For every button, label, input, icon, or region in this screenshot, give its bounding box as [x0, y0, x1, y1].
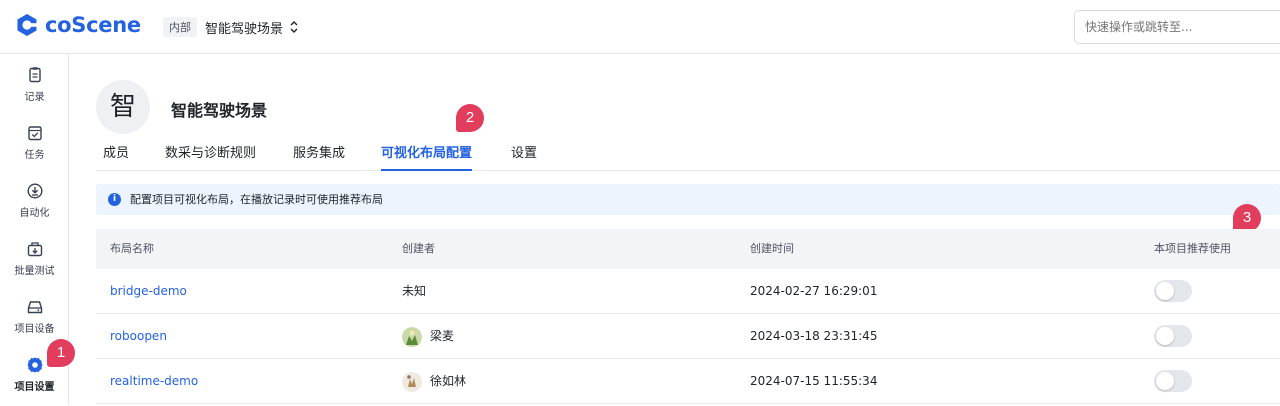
tab-members[interactable]: 成员	[103, 142, 129, 171]
tab-settings[interactable]: 设置	[511, 142, 537, 171]
search-input[interactable]	[1074, 10, 1280, 44]
device-icon	[27, 301, 42, 314]
toggle-knob	[1156, 282, 1174, 300]
sidebar-item-label: 批量测试	[14, 266, 55, 277]
toggle-knob	[1156, 327, 1174, 345]
sidebar-item-automation[interactable]: 自动化	[0, 182, 69, 232]
gear-icon	[27, 357, 42, 373]
column-header-created-time: 创建时间	[750, 242, 794, 255]
creator-name: 徐如林	[430, 374, 467, 388]
creator-name: 未知	[402, 284, 427, 298]
column-header-name: 布局名称	[110, 242, 154, 255]
top-bar: coScene 内部 智能驾驶场景	[0, 0, 1280, 54]
coscene-logo-icon	[17, 14, 37, 36]
automation-icon	[26, 183, 43, 199]
recommend-toggle[interactable]	[1154, 370, 1192, 392]
record-icon	[28, 67, 41, 83]
layout-name-link[interactable]: realtime-demo	[110, 359, 198, 404]
layout-name-link[interactable]: bridge-demo	[110, 269, 187, 314]
created-time: 2024-03-18 23:31:45	[750, 329, 878, 343]
annotation-badge-1: 1	[47, 339, 75, 367]
sidebar-item-label: 项目设备	[14, 324, 55, 335]
batch-test-icon	[27, 242, 42, 257]
avatar	[402, 371, 422, 392]
scope-tag: 内部	[163, 17, 197, 37]
info-icon: i	[108, 193, 121, 206]
project-switcher[interactable]: 内部 智能驾驶场景	[163, 17, 299, 37]
sidebar-item-label: 记录	[24, 92, 45, 103]
column-header-creator: 创建者	[402, 242, 435, 255]
page-title: 智能驾驶场景	[171, 101, 268, 120]
brand-name: coScene	[45, 13, 141, 37]
recommend-toggle[interactable]	[1154, 280, 1192, 302]
creator-name: 梁麦	[430, 329, 455, 343]
sidebar-item-label: 项目设置	[14, 382, 55, 393]
creator-cell: 徐如林	[402, 359, 466, 404]
sidebar-item-batch-test[interactable]: 批量测试	[0, 240, 69, 290]
tab-integrations[interactable]: 服务集成	[293, 142, 345, 171]
info-banner: i 配置项目可视化布局，在播放记录时可使用推荐布局	[96, 184, 1280, 215]
table-header: 布局名称 创建者 创建时间 本项目推荐使用	[96, 229, 1280, 269]
table-row: bridge-demo 未知 2024-02-27 16:29:01	[96, 269, 1280, 314]
table-row: roboopen 梁麦 2024-03-18 23:31:45	[96, 314, 1280, 359]
sidebar-item-label: 自动化	[19, 208, 50, 219]
project-switcher-name: 智能驾驶场景	[205, 21, 284, 37]
info-text: 配置项目可视化布局，在播放记录时可使用推荐布局	[130, 193, 383, 206]
annotation-badge-2: 2	[456, 104, 484, 132]
recommend-toggle[interactable]	[1154, 325, 1192, 347]
layout-name-link[interactable]: roboopen	[110, 314, 167, 359]
created-time: 2024-02-27 16:29:01	[750, 284, 878, 298]
sidebar-item-records[interactable]: 记录	[0, 66, 69, 116]
toggle-knob	[1156, 372, 1174, 390]
tab-bar: 成员 数采与诊断规则 服务集成 可视化布局配置 设置	[96, 142, 1280, 171]
avatar	[402, 326, 422, 347]
task-icon	[27, 126, 42, 141]
tab-visualization-layouts[interactable]: 可视化布局配置	[381, 142, 473, 171]
project-avatar: 智	[96, 80, 150, 134]
tab-data-rules[interactable]: 数采与诊断规则	[165, 142, 256, 171]
chevron-updown-icon	[290, 21, 298, 33]
table-row: realtime-demo 徐如林 2024-07-15 11:55:34	[96, 359, 1280, 404]
creator-cell: 梁麦	[402, 314, 454, 359]
sidebar-item-tasks[interactable]: 任务	[0, 124, 69, 174]
brand-logo[interactable]: coScene	[14, 12, 141, 38]
annotation-badge-3: 3	[1233, 204, 1261, 232]
column-header-recommended: 本项目推荐使用	[1154, 242, 1231, 255]
sidebar-item-label: 任务	[24, 150, 45, 161]
created-time: 2024-07-15 11:55:34	[750, 374, 878, 388]
